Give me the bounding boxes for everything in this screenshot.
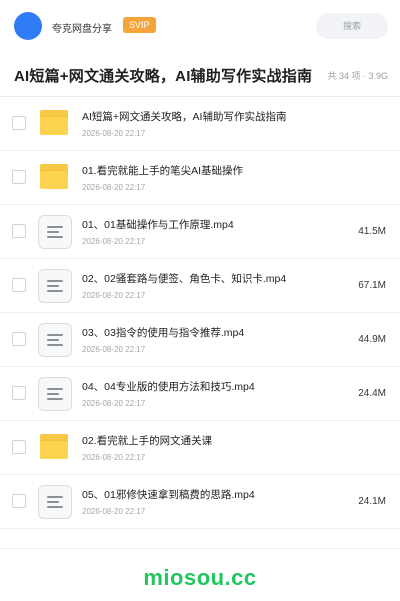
file-row[interactable]: 04、04专业版的使用方法和技巧.mp4 2026-08-20 22:17 24.4… [0, 367, 400, 421]
file-date: 2026-08-20 22:17 [82, 453, 146, 462]
page-title: AI短篇+网文通关攻略，AI辅助写作实战指南 [14, 68, 313, 85]
file-size: 41.5M [358, 226, 386, 237]
file-row[interactable]: 01、01基础操作与工作原理.mp4 2026-08-20 22:17 41.5M [0, 205, 400, 259]
file-icon [38, 377, 72, 411]
file-name: 02、02骚套路与便签、角色卡、知识卡.mp4 [82, 273, 287, 285]
file-icon [38, 485, 72, 519]
file-name: 01.看完就能上手的笔尖AI基础操作 [82, 165, 244, 177]
file-name: 05、01邪修快速拿到稿费的思路.mp4 [82, 489, 255, 501]
file-date: 2026-08-20 22:17 [82, 291, 146, 300]
file-size: 44.9M [358, 334, 386, 345]
watermark-text: miosou.cc [143, 565, 257, 590]
share-meta: 共 34 项 · 3.9G [327, 71, 388, 81]
folder-icon [38, 161, 70, 193]
top-bar: 夸克网盘分享 SVIP 搜索 [0, 0, 400, 53]
file-row[interactable]: 02.看完就上手的网文通关课 2026-08-20 22:17 [0, 421, 400, 475]
file-list: AI短篇+网文通关攻略，AI辅助写作实战指南 2026-08-20 22:17 01… [0, 97, 400, 529]
file-date: 2026-08-20 22:17 [82, 507, 146, 516]
footer: miosou.cc [0, 548, 400, 601]
file-size: 24.1M [358, 496, 386, 507]
file-name: 01、01基础操作与工作原理.mp4 [82, 219, 234, 231]
file-date: 2026-08-20 22:17 [82, 237, 146, 246]
file-row[interactable]: AI短篇+网文通关攻略，AI辅助写作实战指南 2026-08-20 22:17 [0, 97, 400, 151]
file-row[interactable]: 01.看完就能上手的笔尖AI基础操作 2026-08-20 22:17 [0, 151, 400, 205]
row-checkbox[interactable] [12, 170, 26, 184]
file-name: AI短篇+网文通关攻略，AI辅助写作实战指南 [82, 111, 287, 123]
file-size: 67.1M [358, 280, 386, 291]
row-checkbox[interactable] [12, 224, 26, 238]
svip-badge: SVIP [123, 17, 156, 33]
brand-name: 夸克网盘分享 [52, 24, 112, 35]
avatar[interactable] [14, 12, 42, 40]
file-name: 03、03指令的使用与指令推荐.mp4 [82, 327, 245, 339]
row-checkbox[interactable] [12, 278, 26, 292]
row-checkbox[interactable] [12, 332, 26, 346]
file-date: 2026-08-20 22:17 [82, 345, 146, 354]
search-button[interactable]: 搜索 [316, 13, 388, 39]
file-icon [38, 269, 72, 303]
file-size: 24.4M [358, 388, 386, 399]
share-title-bar: AI短篇+网文通关攻略，AI辅助写作实战指南 共 34 项 · 3.9G [0, 52, 400, 97]
file-date: 2026-08-20 22:17 [82, 399, 146, 408]
file-icon [38, 323, 72, 357]
row-checkbox[interactable] [12, 116, 26, 130]
file-date: 2026-08-20 22:17 [82, 183, 146, 192]
file-row[interactable]: 05、01邪修快速拿到稿费的思路.mp4 2026-08-20 22:17 24.1… [0, 475, 400, 529]
folder-icon [38, 107, 70, 139]
file-icon [38, 215, 72, 249]
file-date: 2026-08-20 22:17 [82, 129, 146, 138]
file-row[interactable]: 03、03指令的使用与指令推荐.mp4 2026-08-20 22:17 44.9M [0, 313, 400, 367]
row-checkbox[interactable] [12, 494, 26, 508]
file-name: 02.看完就上手的网文通关课 [82, 435, 213, 447]
row-checkbox[interactable] [12, 386, 26, 400]
file-name: 04、04专业版的使用方法和技巧.mp4 [82, 381, 255, 393]
row-checkbox[interactable] [12, 440, 26, 454]
file-row[interactable]: 02、02骚套路与便签、角色卡、知识卡.mp4 2026-08-20 22:17 6… [0, 259, 400, 313]
folder-icon [38, 431, 70, 463]
